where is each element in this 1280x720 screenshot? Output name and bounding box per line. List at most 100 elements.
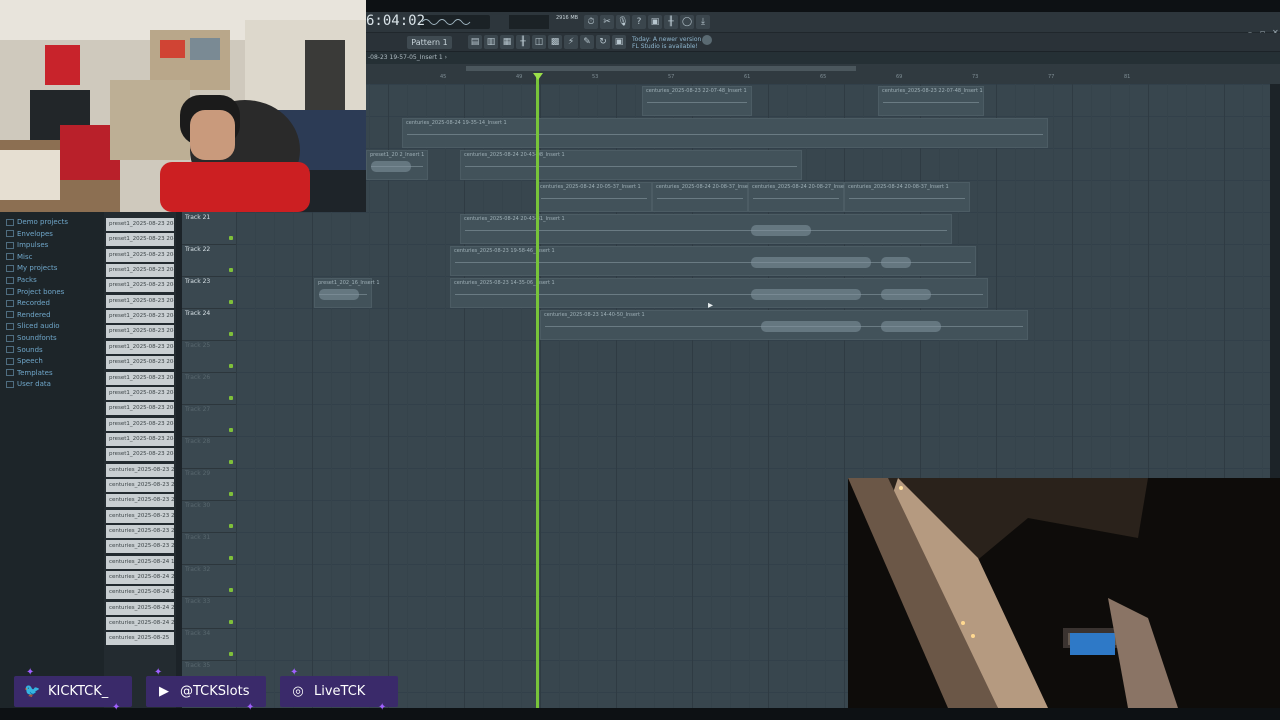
piano-roll-icon[interactable]: ▥ <box>484 35 498 49</box>
track-mute-led[interactable] <box>229 300 233 304</box>
pattern-selector[interactable]: Pattern 1 <box>407 36 452 49</box>
picker-clip-item[interactable]: preset1_2025-08-23 20- <box>106 356 174 370</box>
mixer-icon[interactable]: ╫ <box>516 35 530 49</box>
picker-clip-item[interactable]: preset1_2025-08-23 20- <box>106 386 174 400</box>
picker-clip-item[interactable]: preset1_2025-08-23 20- <box>106 248 174 262</box>
picker-clip-item[interactable]: centuries_2025-08-23 2. <box>106 509 174 523</box>
picker-clip-item[interactable]: centuries_2025-08-23 2. <box>106 525 174 538</box>
track-mute-led[interactable] <box>229 620 233 624</box>
browser-folder[interactable]: Rendered <box>6 311 51 319</box>
track-header[interactable]: Track 33 <box>182 596 236 629</box>
picker-clip-item[interactable]: centuries_2025-08-24 2. <box>106 571 174 585</box>
mixer-button[interactable]: ╫ <box>664 15 678 29</box>
picker-clip-item[interactable]: centuries_2025-08-24 2. <box>106 586 174 600</box>
browser-folder[interactable]: Project bones <box>6 288 64 296</box>
track-header[interactable]: Track 31 <box>182 532 236 565</box>
picker-clip-item[interactable]: preset1_2025-08-23 20- <box>106 264 174 278</box>
picker-clip-item[interactable]: centuries_2025-08-24 2. <box>106 617 174 631</box>
track-header[interactable]: Track 29 <box>182 468 236 501</box>
help-button[interactable]: ? <box>632 15 646 29</box>
picker-clip-item[interactable]: preset1_2025-08-23 20- <box>106 340 174 354</box>
browser-folder[interactable]: Packs <box>6 276 37 284</box>
picker-clip-item[interactable]: preset1_2025-08-23 20- <box>106 233 174 247</box>
audio-clip[interactable]: centuries_2025-08-24 20-08-37_Insert 1 <box>844 182 970 212</box>
track-mute-led[interactable] <box>229 524 233 528</box>
download-icon[interactable]: ⤓ <box>696 15 710 29</box>
picker-clip-item[interactable]: centuries_2025-08-23 2. <box>106 463 174 477</box>
pencil-icon[interactable]: ✎ <box>580 35 594 49</box>
save-button[interactable]: ▣ <box>648 15 662 29</box>
track-mute-led[interactable] <box>229 364 233 368</box>
picker-clip-item[interactable]: preset1_2025-08-23 20- <box>106 371 174 385</box>
browser-folder[interactable]: Impulses <box>6 241 48 249</box>
track-mute-led[interactable] <box>229 492 233 496</box>
update-notice[interactable]: Today: A newer version of FL Studio is a… <box>632 36 712 50</box>
browser-folder[interactable]: User data <box>6 380 51 388</box>
horizontal-scrollbar[interactable] <box>466 66 856 71</box>
audio-clip[interactable]: centuries_2025-08-24 20-05-37_Insert 1 <box>536 182 652 212</box>
picker-clip-item[interactable]: centuries_2025-08-23 2. <box>106 540 174 554</box>
audio-clip[interactable]: centuries_2025-08-23 14-35-06_Insert 1 <box>450 278 988 308</box>
metronome-button[interactable]: ⏱ <box>584 15 598 29</box>
audio-clip[interactable]: centuries_2025-08-24 19-35-14_Insert 1 <box>402 118 1048 148</box>
user-avatar-icon[interactable] <box>702 35 712 45</box>
audio-clip[interactable]: centuries_2025-08-24 20-08-27_Insert 1 <box>748 182 853 212</box>
playlist-icon[interactable]: ▤ <box>468 35 482 49</box>
track-header[interactable]: Track 25 <box>182 340 236 373</box>
track-mute-led[interactable] <box>229 396 233 400</box>
audio-clip[interactable]: centuries_2025-08-23 19-58-46_Insert 1 <box>450 246 976 276</box>
audio-clip[interactable]: centuries_2025-08-24 20-08-37_Insert 1 <box>652 182 757 212</box>
loop-icon[interactable]: ↻ <box>596 35 610 49</box>
picker-clip-item[interactable]: preset1_2025-08-23 20- <box>106 218 174 231</box>
plug-icon[interactable]: ⚡ <box>564 35 578 49</box>
picker-clip-item[interactable]: preset1_2025-08-23 20- <box>106 448 174 462</box>
picker-clip-item[interactable]: centuries_2025-08-25 <box>106 632 174 646</box>
audio-clip[interactable]: preset1_202_16_Insert 1 <box>314 278 380 308</box>
track-header[interactable]: Track 21 <box>182 212 236 245</box>
track-mute-led[interactable] <box>229 268 233 272</box>
browser-folder[interactable]: Recorded <box>6 299 50 307</box>
track-mute-led[interactable] <box>229 460 233 464</box>
browser-folder[interactable]: Soundfonts <box>6 334 57 342</box>
news-icon[interactable]: ▣ <box>612 35 626 49</box>
picker-clip-item[interactable]: preset1_2025-08-23 20- <box>106 310 174 324</box>
track-header[interactable]: Track 22 <box>182 244 236 277</box>
track-mute-led[interactable] <box>229 428 233 432</box>
browser-folder[interactable]: Envelopes <box>6 230 53 238</box>
audio-clip[interactable]: preset1_20 2_Insert 1 <box>366 150 428 180</box>
track-mute-led[interactable] <box>229 236 233 240</box>
record-audio-button[interactable]: 🎙 <box>616 15 630 29</box>
picker-clip-item[interactable]: preset1_2025-08-23 20- <box>106 294 174 308</box>
track-header[interactable]: Track 28 <box>182 436 236 469</box>
picker-clip-item[interactable]: preset1_2025-08-23 20- <box>106 402 174 416</box>
browser-folder[interactable]: Speech <box>6 357 43 365</box>
picker-clip-item[interactable]: preset1_2025-08-23 20- <box>106 325 174 339</box>
picker-clip-item[interactable]: preset1_2025-08-23 20- <box>106 417 174 431</box>
track-mute-led[interactable] <box>229 588 233 592</box>
browser-folder[interactable]: Templates <box>6 369 53 377</box>
browser-folder[interactable]: Sounds <box>6 346 43 354</box>
browser-folder[interactable]: Misc <box>6 253 32 261</box>
audio-clip[interactable]: centuries_2025-08-23 22-07-48_Insert 1 <box>878 86 984 116</box>
countdown-button[interactable]: ✂ <box>600 15 614 29</box>
track-header[interactable]: Track 23 <box>182 276 236 309</box>
picker-clip-item[interactable]: preset1_2025-08-23 20- <box>106 279 174 293</box>
browser-folder[interactable]: Sliced audio <box>6 322 60 330</box>
browser-folder[interactable]: Demo projects <box>6 218 68 226</box>
track-header[interactable]: Track 27 <box>182 404 236 437</box>
audio-clip[interactable]: centuries_2025-08-23 14-40-50_Insert 1 <box>540 310 1028 340</box>
browser-icon[interactable]: ◫ <box>532 35 546 49</box>
plugin-picker-icon[interactable]: ▩ <box>548 35 562 49</box>
track-mute-led[interactable] <box>229 652 233 656</box>
browser-folder[interactable]: My projects <box>6 264 57 272</box>
playhead[interactable] <box>536 76 539 708</box>
picker-clip-item[interactable]: preset1_2025-08-23 20- <box>106 432 174 446</box>
channel-rack-icon[interactable]: ▦ <box>500 35 514 49</box>
track-header[interactable]: Track 32 <box>182 564 236 597</box>
picker-clip-item[interactable]: centuries_2025-08-24 1. <box>106 555 174 569</box>
picker-clip-item[interactable]: centuries_2025-08-23 2. <box>106 478 174 492</box>
track-header[interactable]: Track 26 <box>182 372 236 405</box>
picker-clip-item[interactable]: centuries_2025-08-24 2. <box>106 601 174 615</box>
track-header[interactable]: Track 30 <box>182 500 236 533</box>
chat-button[interactable]: ◯ <box>680 15 694 29</box>
